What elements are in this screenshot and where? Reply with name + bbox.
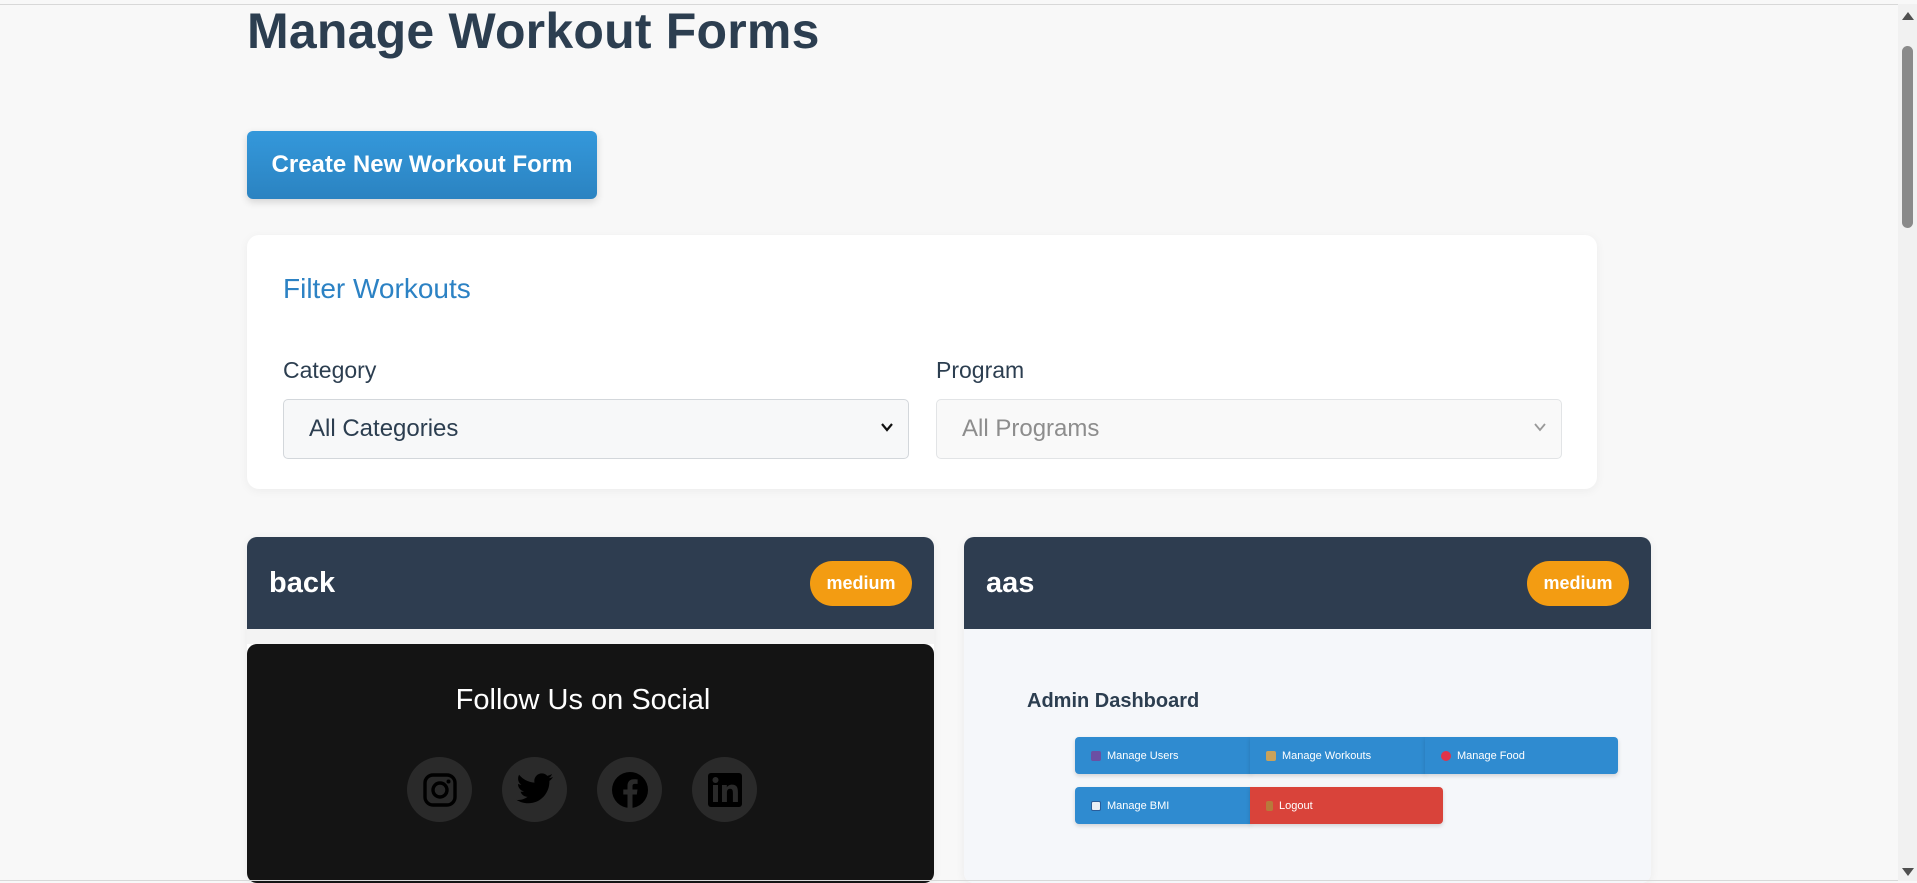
- workout-preview-image: Follow Us on Social: [247, 629, 934, 883]
- program-select-value: All Programs: [962, 415, 1100, 442]
- chevron-down-icon: [881, 423, 893, 432]
- scroll-thumb[interactable]: [1902, 46, 1913, 228]
- workout-card[interactable]: aas medium Admin Dashboard Manage Users …: [964, 537, 1651, 883]
- instagram-icon: [407, 757, 472, 822]
- workout-preview-image: Admin Dashboard Manage Users Manage Work…: [964, 629, 1651, 883]
- category-select-value: All Categories: [309, 415, 459, 442]
- dumbbell-icon: [1266, 750, 1276, 761]
- category-label: Category: [283, 357, 377, 383]
- workout-card-header: aas medium: [964, 537, 1651, 629]
- preview-manage-food: Manage Food: [1425, 737, 1618, 774]
- vertical-scrollbar[interactable]: [1898, 4, 1917, 881]
- scroll-down-arrow-icon[interactable]: [1902, 868, 1914, 876]
- apple-icon: [1441, 750, 1451, 761]
- user-icon: [1091, 750, 1101, 761]
- workout-title: back: [269, 567, 336, 599]
- program-select[interactable]: All Programs: [936, 399, 1562, 459]
- preview-manage-workouts: Manage Workouts: [1250, 737, 1426, 774]
- preview-logout: Logout: [1250, 787, 1443, 824]
- difficulty-badge: medium: [810, 561, 912, 606]
- create-workout-form-button[interactable]: Create New Workout Form: [247, 131, 597, 199]
- filter-panel: Filter Workouts Category All Categories …: [247, 235, 1597, 489]
- workout-title: aas: [986, 567, 1035, 599]
- facebook-icon: [597, 757, 662, 822]
- door-icon: [1266, 800, 1273, 811]
- workout-card[interactable]: back medium Follow Us on Social: [247, 537, 934, 883]
- twitter-icon: [502, 757, 567, 822]
- page-title: Manage Workout Forms: [247, 3, 820, 59]
- preview-manage-users: Manage Users: [1075, 737, 1251, 774]
- workout-card-header: back medium: [247, 537, 934, 629]
- preview-manage-bmi: Manage BMI: [1075, 787, 1251, 824]
- program-label: Program: [936, 357, 1025, 383]
- chevron-down-icon: [1534, 423, 1546, 432]
- admin-dashboard-heading: Admin Dashboard: [1027, 690, 1200, 712]
- scroll-up-arrow-icon[interactable]: [1902, 12, 1914, 20]
- difficulty-badge: medium: [1527, 561, 1629, 606]
- category-select[interactable]: All Categories: [283, 399, 909, 459]
- bottom-border: [0, 880, 1898, 881]
- linkedin-icon: [692, 757, 757, 822]
- filter-title: Filter Workouts: [283, 273, 471, 304]
- chart-icon: [1091, 800, 1101, 811]
- social-heading: Follow Us on Social: [455, 684, 711, 716]
